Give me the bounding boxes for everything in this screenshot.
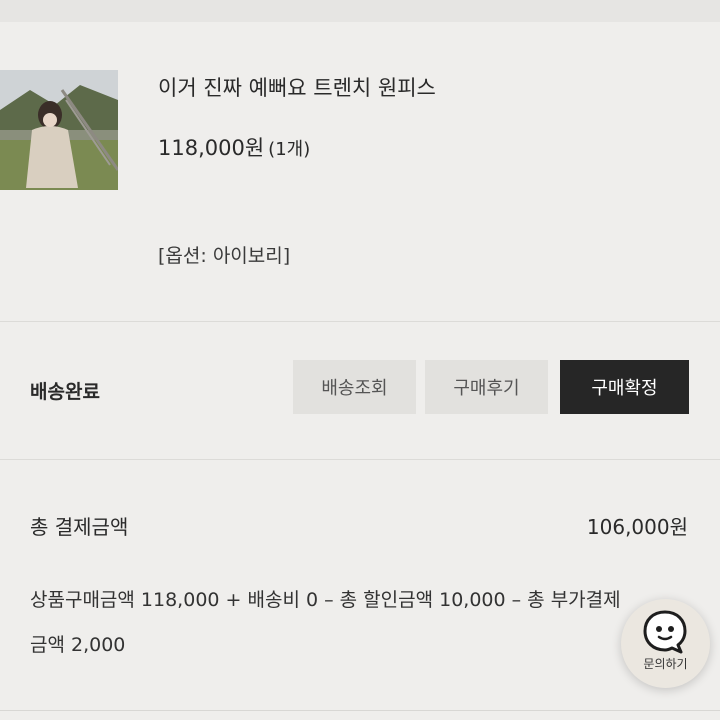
track-delivery-button[interactable]: 배송조회 xyxy=(293,360,416,414)
product-option: [옵션: 아이보리] xyxy=(158,245,291,267)
inquiry-button[interactable]: 문의하기 xyxy=(621,599,710,688)
chat-bubble-icon xyxy=(641,607,689,655)
payment-breakdown: 상품구매금액 118,000 + 배송비 0 – 총 할인금액 10,000 –… xyxy=(30,589,621,656)
price-value: 118,000원 xyxy=(158,136,265,160)
write-review-button[interactable]: 구매후기 xyxy=(425,360,548,414)
quantity: (1개) xyxy=(268,139,311,160)
confirm-purchase-button[interactable]: 구매확정 xyxy=(560,360,689,414)
product-price: 118,000원 (1개) xyxy=(158,132,310,162)
product-title[interactable]: 이거 진짜 예뻐요 트렌치 원피스 xyxy=(158,72,436,102)
inquiry-label: 문의하기 xyxy=(643,657,688,671)
divider xyxy=(0,459,720,460)
product-thumbnail[interactable] xyxy=(0,70,118,190)
divider xyxy=(0,710,720,711)
delivery-status: 배송완료 xyxy=(30,381,100,403)
top-band xyxy=(0,0,720,22)
total-payment-amount: 106,000원 xyxy=(586,515,688,539)
total-payment-label: 총 결제금액 xyxy=(30,515,129,539)
divider xyxy=(0,321,720,322)
